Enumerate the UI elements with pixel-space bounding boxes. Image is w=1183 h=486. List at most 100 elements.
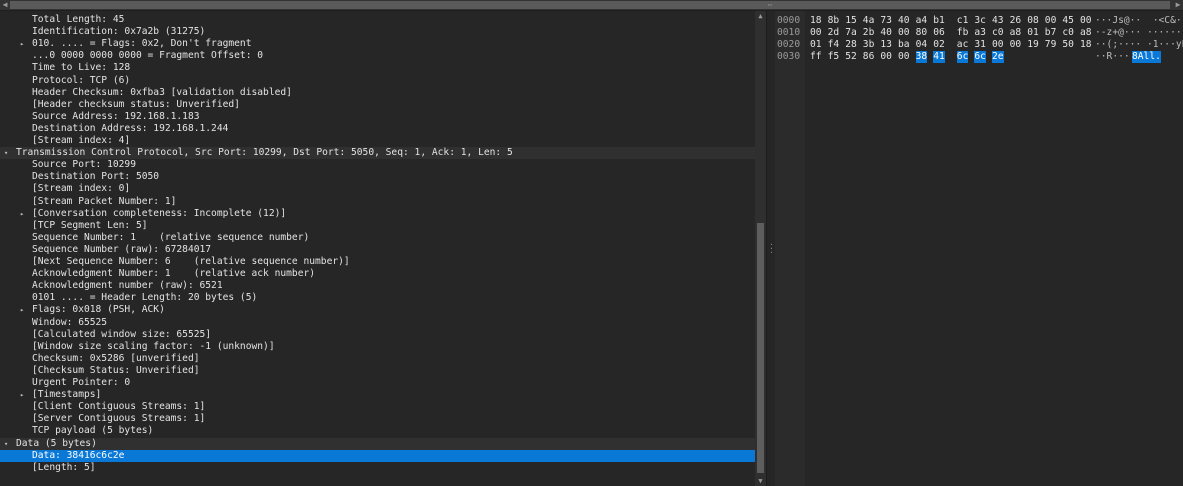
hex-byte[interactable]: 2e (992, 51, 1004, 63)
tree-row[interactable]: [Window size scaling factor: -1 (unknown… (0, 341, 755, 353)
tree-row[interactable]: Sequence Number: 1 (relative sequence nu… (0, 232, 755, 244)
hex-byte[interactable]: f4 (828, 39, 840, 51)
hex-byte[interactable]: 06 (933, 27, 945, 39)
tree-row[interactable]: [Calculated window size: 65525] (0, 329, 755, 341)
hex-byte[interactable]: c0 (992, 27, 1004, 39)
tree-row[interactable]: Data: 38416c6c2e (0, 449, 755, 462)
hex-byte[interactable]: 6c (974, 51, 986, 63)
tree-row[interactable]: Header Checksum: 0xfba3 [validation disa… (0, 87, 755, 99)
tree-row[interactable]: ▸ 010. .... = Flags: 0x2, Don't fragment (0, 38, 755, 50)
collapse-arrow-icon[interactable]: ▾ (4, 147, 12, 159)
hex-byte[interactable]: c1 (957, 15, 969, 27)
hex-row[interactable]: 00 2d 7a 2b 40 00 80 06 fb a3 c0 a8 01 b7 c0 a8 ·-z+@···… (805, 27, 1183, 39)
hex-byte[interactable]: 7a (845, 27, 857, 39)
hex-byte[interactable]: b7 (1045, 27, 1057, 39)
tree-row[interactable]: ▾ Data (5 bytes) (0, 437, 755, 450)
hex-byte[interactable]: 86 (863, 51, 875, 63)
tree-row[interactable]: [Length: 5] (0, 462, 755, 474)
scroll-down-icon[interactable]: ▼ (755, 476, 766, 486)
tree-row[interactable]: Source Port: 10299 (0, 159, 755, 171)
expand-arrow-icon[interactable]: ▸ (20, 389, 28, 401)
tree-row[interactable]: 0101 .... = Header Length: 20 bytes (5) (0, 292, 755, 304)
hex-byte[interactable]: 45 (1062, 15, 1074, 27)
tree-row[interactable]: Total Length: 45 (0, 14, 755, 26)
hex-byte[interactable]: 28 (845, 39, 857, 51)
hex-byte[interactable]: ba (898, 39, 910, 51)
hex-byte[interactable]: 40 (880, 27, 892, 39)
tree-row[interactable]: ▾ Transmission Control Protocol, Src Port… (0, 147, 755, 160)
hex-byte[interactable]: 00 (1045, 15, 1057, 27)
hex-byte[interactable]: 01 (810, 39, 822, 51)
tree-row[interactable]: Source Address: 192.168.1.183 (0, 111, 755, 123)
tree-row[interactable]: [Header checksum status: Unverified] (0, 99, 755, 111)
expand-arrow-icon[interactable]: ▸ (20, 208, 28, 220)
tree-row[interactable]: [Stream index: 0] (0, 183, 755, 195)
hex-byte[interactable]: 8b (828, 15, 840, 27)
hex-byte[interactable]: a3 (974, 27, 986, 39)
tree-row[interactable]: [Next Sequence Number: 6 (relative seque… (0, 256, 755, 268)
tree-row[interactable]: [Stream index: 4] (0, 135, 755, 147)
scroll-right-icon[interactable]: ▶ (1173, 0, 1183, 10)
hex-byte[interactable]: ac (957, 39, 969, 51)
hex-byte[interactable]: 38 (915, 51, 928, 63)
expand-arrow-icon[interactable]: ▸ (20, 38, 28, 50)
hex-byte[interactable]: 73 (880, 15, 892, 27)
scroll-left-icon[interactable]: ◀ (0, 0, 10, 10)
tree-row[interactable]: Checksum: 0x5286 [unverified] (0, 353, 755, 365)
ascii-column[interactable]: ·-z+@··· ········ (1095, 27, 1183, 39)
hex-byte[interactable]: 3b (863, 39, 875, 51)
vertical-scroll-thumb[interactable] (757, 223, 764, 473)
hex-byte[interactable]: 43 (992, 15, 1004, 27)
hex-byte[interactable]: 13 (880, 39, 892, 51)
ascii-column[interactable]: ··R··· (1095, 51, 1130, 63)
hex-byte[interactable]: 04 (916, 39, 928, 51)
tree-row[interactable]: Protocol: TCP (6) (0, 75, 755, 87)
tree-row[interactable]: [Stream Packet Number: 1] (0, 196, 755, 208)
hex-byte[interactable]: a4 (916, 15, 928, 27)
hex-byte[interactable]: 31 (974, 39, 986, 51)
hex-byte[interactable]: 08 (1027, 15, 1039, 27)
hex-byte[interactable]: 50 (1062, 39, 1074, 51)
tree-row[interactable]: ...0 0000 0000 0000 = Fragment Offset: 0 (0, 50, 755, 62)
details-vertical-scrollbar[interactable]: ▲ ▼ (755, 11, 766, 486)
hex-byte[interactable]: 00 (1010, 39, 1022, 51)
hex-byte[interactable]: 00 (898, 51, 910, 63)
tree-row[interactable]: Identification: 0x7a2b (31275) (0, 26, 755, 38)
hex-byte[interactable]: 15 (845, 15, 857, 27)
scroll-up-icon[interactable]: ▲ (755, 11, 766, 21)
tree-row[interactable]: Destination Address: 192.168.1.244 (0, 123, 755, 135)
hex-byte[interactable]: 2d (828, 27, 840, 39)
hex-byte[interactable]: 79 (1045, 39, 1057, 51)
hex-byte[interactable]: 18 (1080, 39, 1092, 51)
hex-byte[interactable]: 00 (992, 39, 1004, 51)
hex-byte[interactable]: 52 (845, 51, 857, 63)
tree-row[interactable]: [Client Contiguous Streams: 1] (0, 401, 755, 413)
ascii-column[interactable]: ··(;···· ·1···yP· (1095, 39, 1183, 51)
tree-row[interactable]: [Server Contiguous Streams: 1] (0, 413, 755, 425)
hex-byte[interactable]: 02 (933, 39, 945, 51)
hex-byte[interactable]: fb (957, 27, 969, 39)
tree-row[interactable]: [Checksum Status: Unverified] (0, 365, 755, 377)
hex-row[interactable]: 01 f4 28 3b 13 ba 04 02 ac 31 00 00 19 79 50 18 ··(;····… (805, 39, 1183, 51)
packet-bytes-pane[interactable]: 18 8b 15 4a 73 40 a4 b1 c1 3c 43 26 08 00 45 00 ···Js@··… (805, 11, 1183, 486)
hex-row[interactable]: 18 8b 15 4a 73 40 a4 b1 c1 3c 43 26 08 00 45 00 ···Js@··… (805, 15, 1183, 27)
pane-grip-icon[interactable]: ⋯ (764, 0, 776, 10)
hex-byte[interactable]: 00 (1080, 15, 1092, 27)
expand-arrow-icon[interactable]: ▸ (20, 304, 28, 316)
tree-row[interactable]: Urgent Pointer: 0 (0, 377, 755, 389)
hex-byte[interactable]: 2b (863, 27, 875, 39)
tree-row[interactable]: Destination Port: 5050 (0, 171, 755, 183)
tree-row[interactable]: Acknowledgment Number: 1 (relative ack n… (0, 268, 755, 280)
packet-details-tree[interactable]: Total Length: 45 Identification: 0x7a2b (… (0, 11, 755, 486)
tree-row[interactable]: ▸ Flags: 0x018 (PSH, ACK) (0, 304, 755, 316)
hex-byte[interactable]: f5 (828, 51, 840, 63)
hex-row[interactable]: ff f5 52 86 00 00 38 41 6c 6c 2e ··R··· 8All. (805, 51, 1183, 63)
hex-byte[interactable]: a8 (1080, 27, 1092, 39)
hex-byte[interactable]: 01 (1027, 27, 1039, 39)
tree-row[interactable]: Sequence Number (raw): 67284017 (0, 244, 755, 256)
hex-byte[interactable]: 18 (810, 15, 822, 27)
hex-byte[interactable]: 40 (898, 15, 910, 27)
ascii-column[interactable]: ···Js@·· ·<C&··E· (1095, 15, 1183, 27)
ascii-selected-bytes[interactable]: 8All. (1132, 51, 1161, 63)
horizontal-scrollbar[interactable]: ◀ ⋯ ▶ (0, 0, 1183, 11)
